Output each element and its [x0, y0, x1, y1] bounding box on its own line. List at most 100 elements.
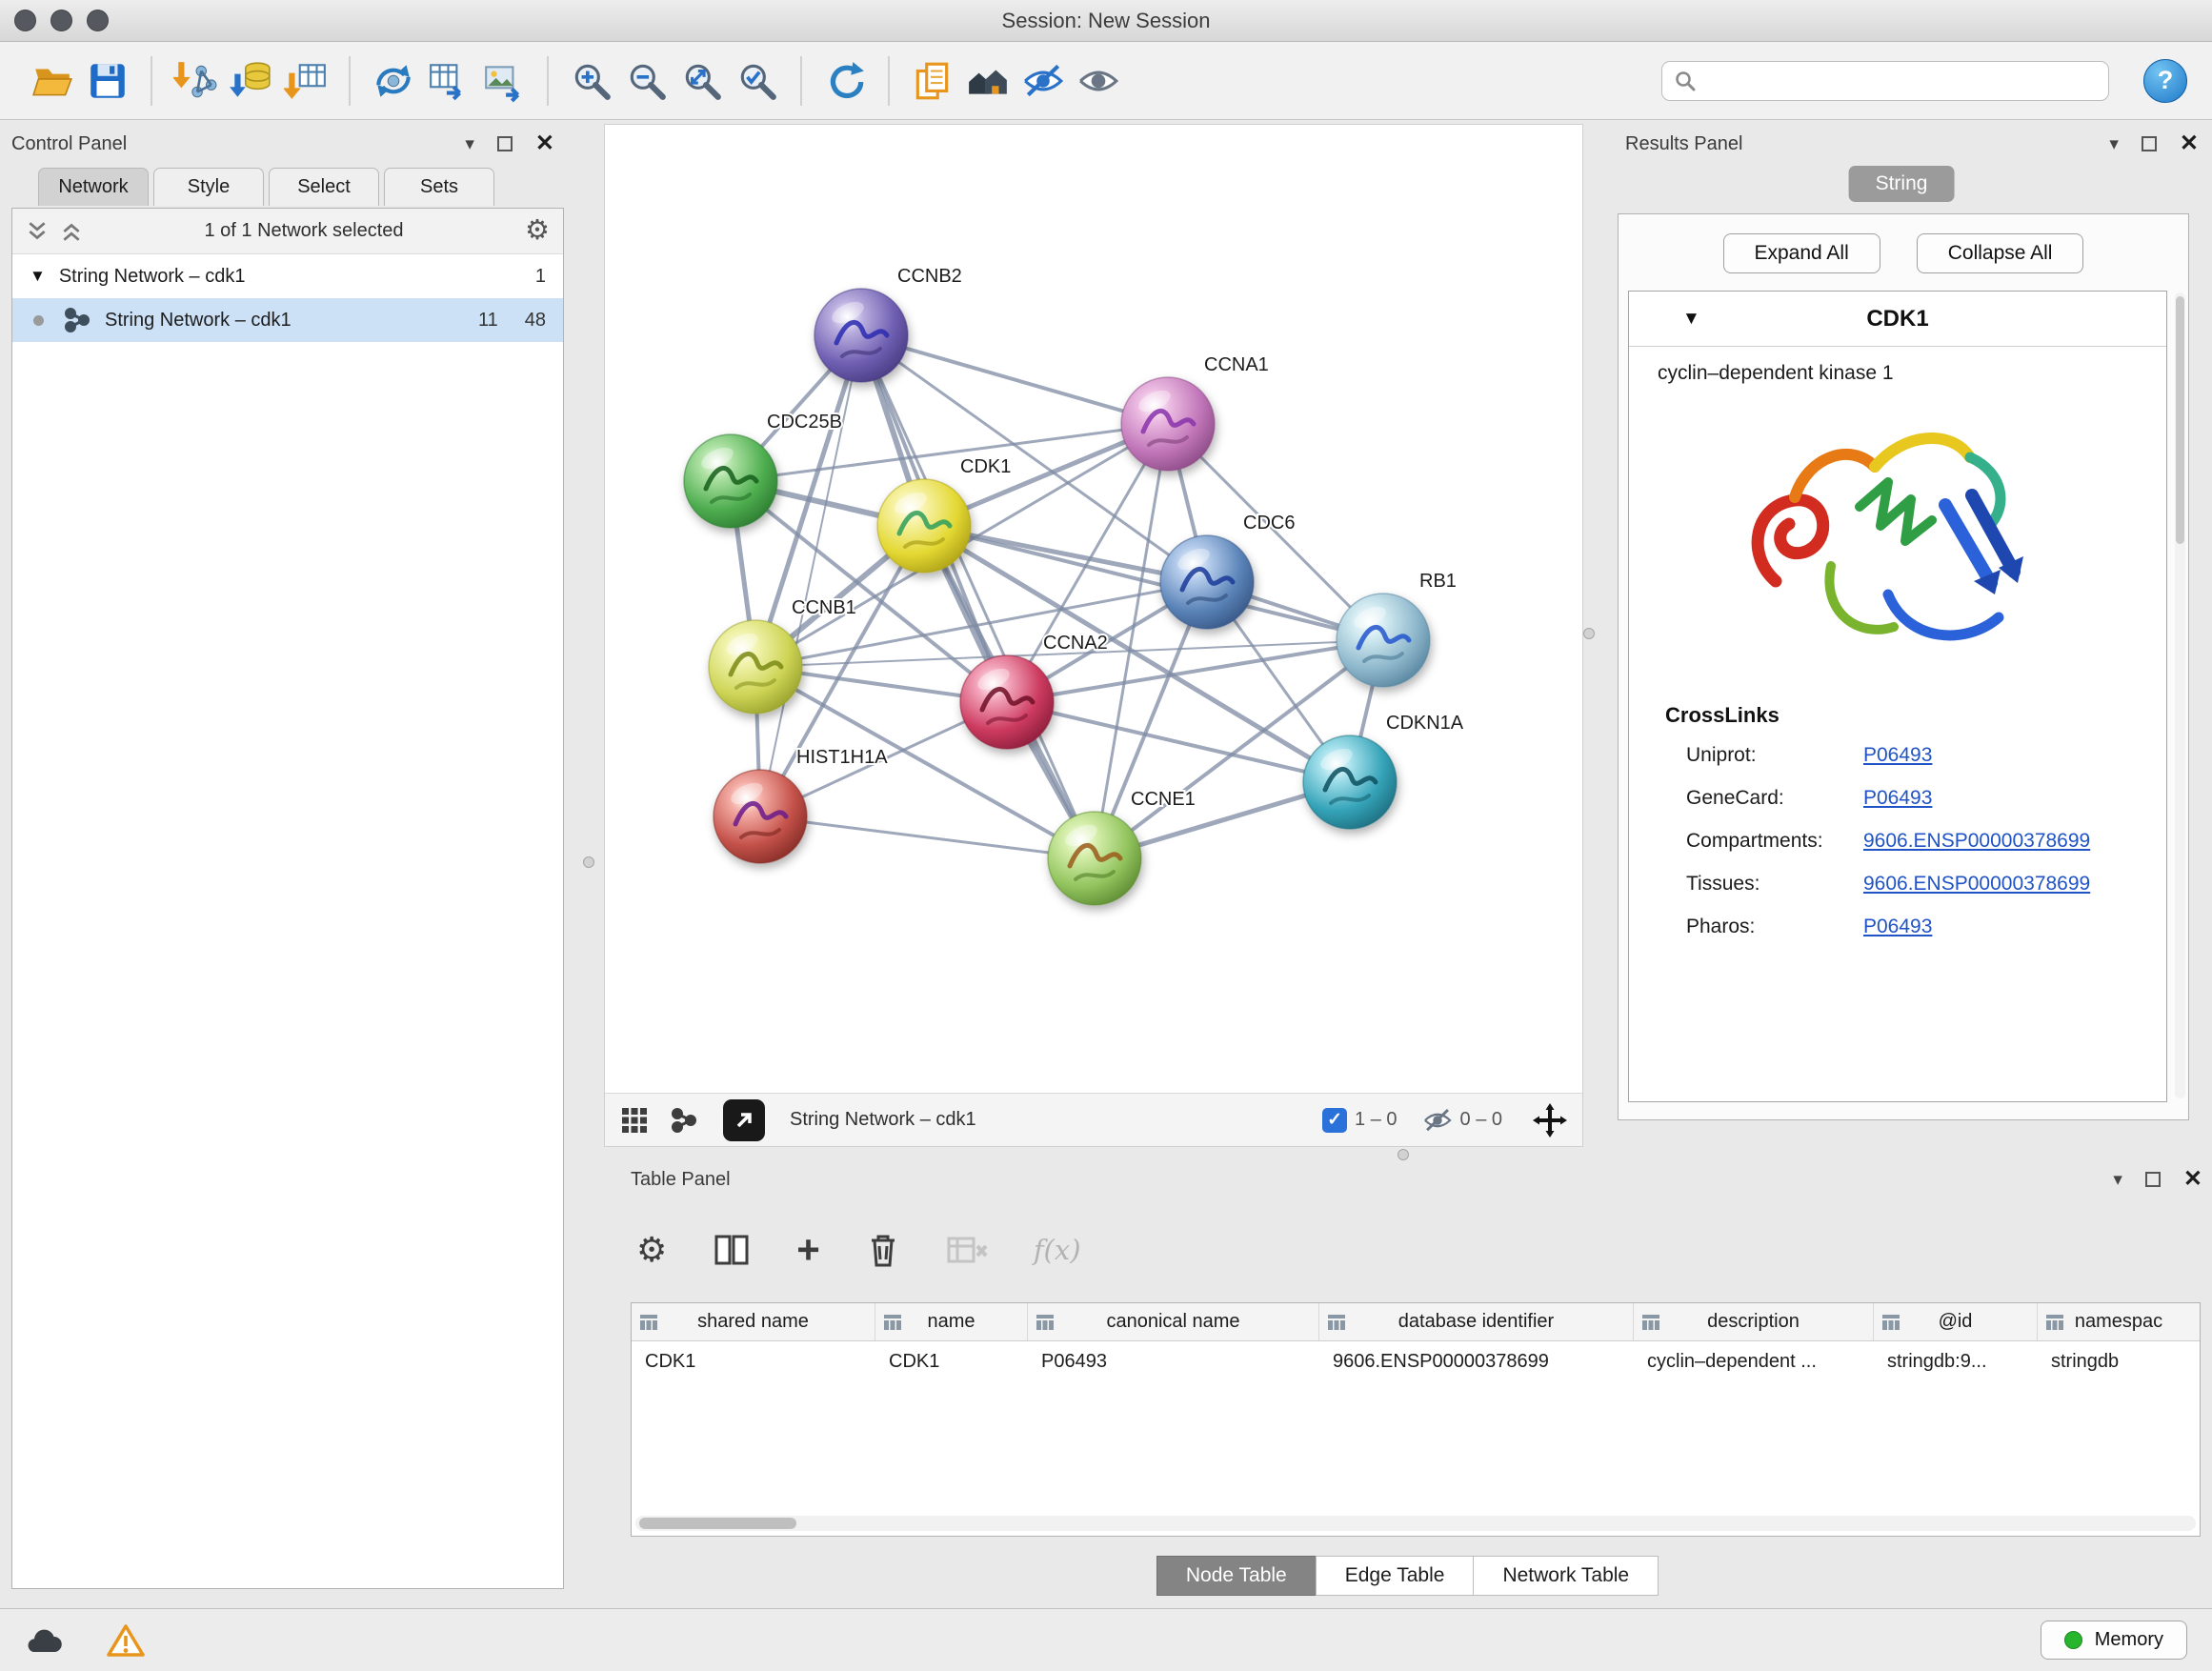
network-view[interactable]: CCNB2CCNA1CDC25BCDK1CDC6RB1CCNB1CCNA2CDK… [604, 124, 1583, 1147]
network-share-icon[interactable] [670, 1106, 698, 1135]
panel-float-icon[interactable] [2142, 136, 2157, 151]
network-node-ccne1[interactable] [1048, 812, 1141, 905]
network-node-cdk1[interactable] [877, 479, 971, 573]
help-button[interactable]: ? [2143, 59, 2187, 103]
network-edge[interactable] [760, 816, 1095, 858]
network-node-ccnb1[interactable] [709, 620, 802, 714]
network-row[interactable]: String Network – cdk1 11 48 [12, 298, 563, 342]
panel-float-icon[interactable] [2145, 1172, 2161, 1187]
network-node-cdkn1a[interactable] [1303, 735, 1397, 829]
table-row[interactable]: CDK1 CDK1 P06493 9606.ENSP00000378699 cy… [632, 1341, 2200, 1381]
import-table-button[interactable] [278, 53, 333, 109]
network-edge[interactable] [760, 335, 861, 816]
network-edge[interactable] [1007, 702, 1350, 782]
column-header-canonical-name[interactable]: canonical name [1028, 1303, 1319, 1340]
table-horizontal-scrollbar[interactable] [635, 1516, 2196, 1531]
network-overview-button[interactable] [960, 53, 1016, 109]
search-input[interactable] [1706, 70, 2097, 91]
table-settings-gear-icon[interactable]: ⚙ [636, 1233, 667, 1267]
column-header-description[interactable]: description [1634, 1303, 1874, 1340]
cell-canonical-name[interactable]: P06493 [1028, 1341, 1319, 1381]
vertical-splitter-handle[interactable] [583, 856, 594, 868]
scrollbar-thumb[interactable] [2176, 296, 2184, 544]
panel-float-icon[interactable] [497, 136, 513, 151]
import-network-from-database-button[interactable] [223, 53, 278, 109]
results-scrollbar[interactable] [2175, 292, 2185, 1098]
cell-shared-name[interactable]: CDK1 [632, 1341, 875, 1381]
crosslink-link[interactable]: P06493 [1863, 776, 1932, 819]
panel-menu-icon[interactable]: ▾ [2113, 1171, 2122, 1189]
vertical-splitter-handle[interactable] [1583, 628, 1595, 639]
crosslink-link[interactable]: 9606.ENSP00000378699 [1863, 862, 2090, 905]
panel-menu-icon[interactable]: ▾ [2109, 135, 2119, 153]
select-columns-icon[interactable] [713, 1233, 751, 1267]
pan-crosshair-icon[interactable] [1533, 1103, 1567, 1137]
tab-sets[interactable]: Sets [384, 168, 494, 206]
add-column-icon[interactable]: + [796, 1230, 820, 1270]
cell-namespace[interactable]: stringdb [2038, 1341, 2200, 1381]
warning-icon[interactable] [107, 1623, 145, 1658]
network-node-ccna2[interactable] [960, 655, 1054, 749]
network-collection-row[interactable]: ▼ String Network – cdk1 1 [12, 254, 563, 298]
show-graphics-details-button[interactable] [1016, 53, 1071, 109]
panel-close-icon[interactable]: ✕ [2183, 1168, 2202, 1191]
gear-icon[interactable]: ⚙ [525, 217, 550, 245]
tab-style[interactable]: Style [153, 168, 264, 206]
zoom-out-button[interactable] [619, 53, 674, 109]
open-in-window-button[interactable] [723, 1099, 765, 1141]
memory-button[interactable]: Memory [2041, 1621, 2187, 1660]
tab-edge-table[interactable]: Edge Table [1316, 1556, 1475, 1596]
collapse-all-button[interactable]: Collapse All [1917, 233, 2084, 273]
collapse-section-icon[interactable]: ▼ [1682, 309, 1700, 330]
cell-id[interactable]: stringdb:9... [1874, 1341, 2038, 1381]
network-node-ccnb2[interactable] [814, 289, 908, 382]
expand-all-button[interactable]: Expand All [1723, 233, 1880, 273]
crosslink-link[interactable]: P06493 [1863, 905, 1932, 948]
search-field[interactable] [1661, 61, 2109, 101]
collapse-all-icon[interactable] [26, 220, 49, 243]
zoom-selected-button[interactable] [730, 53, 785, 109]
column-header-id[interactable]: @id [1874, 1303, 2038, 1340]
network-node-hist1h1a[interactable] [714, 770, 807, 863]
column-header-namespace[interactable]: namespac [2038, 1303, 2200, 1340]
expand-all-icon[interactable] [60, 220, 83, 243]
first-neighbors-button[interactable] [366, 53, 421, 109]
open-session-button[interactable] [25, 53, 80, 109]
network-canvas[interactable]: CCNB2CCNA1CDC25BCDK1CDC6RB1CCNB1CCNA2CDK… [605, 125, 1582, 1093]
scrollbar-thumb[interactable] [639, 1518, 796, 1529]
tab-select[interactable]: Select [269, 168, 379, 206]
crosslink-link[interactable]: P06493 [1863, 734, 1932, 776]
delete-trash-icon[interactable] [866, 1231, 900, 1269]
gene-card-header[interactable]: ▼ CDK1 [1629, 292, 2166, 347]
export-image-button[interactable] [476, 53, 532, 109]
network-edge[interactable] [861, 335, 1095, 858]
panel-close-icon[interactable]: ✕ [2180, 132, 2199, 155]
network-edge[interactable] [861, 335, 1168, 424]
zoom-fit-button[interactable] [674, 53, 730, 109]
network-node-ccna1[interactable] [1121, 377, 1215, 471]
network-node-rb1[interactable] [1337, 594, 1430, 687]
export-table-button[interactable] [421, 53, 476, 109]
network-node-cdc6[interactable] [1160, 535, 1254, 629]
import-network-button[interactable] [168, 53, 223, 109]
cell-description[interactable]: cyclin–dependent ... [1634, 1341, 1874, 1381]
column-header-shared-name[interactable]: shared name [632, 1303, 875, 1340]
cell-name[interactable]: CDK1 [875, 1341, 1028, 1381]
save-session-button[interactable] [80, 53, 135, 109]
zoom-in-button[interactable] [564, 53, 619, 109]
panel-menu-icon[interactable]: ▾ [465, 135, 474, 153]
column-header-name[interactable]: name [875, 1303, 1028, 1340]
network-node-cdc25b[interactable] [684, 434, 777, 528]
grid-view-icon[interactable] [620, 1106, 649, 1135]
tab-node-table[interactable]: Node Table [1156, 1556, 1317, 1596]
crosslink-link[interactable]: 9606.ENSP00000378699 [1863, 819, 2090, 862]
tree-expand-icon[interactable]: ▼ [30, 267, 46, 286]
tab-network-table[interactable]: Network Table [1473, 1556, 1659, 1596]
tab-string[interactable]: String [1849, 166, 1955, 202]
tab-network[interactable]: Network [38, 168, 149, 206]
show-hide-panels-button[interactable] [1071, 53, 1126, 109]
apply-layout-button[interactable] [817, 53, 873, 109]
selected-checkbox-icon[interactable]: ✓ [1322, 1108, 1347, 1133]
panel-close-icon[interactable]: ✕ [535, 132, 554, 155]
horizontal-splitter-handle[interactable] [1398, 1149, 1409, 1160]
